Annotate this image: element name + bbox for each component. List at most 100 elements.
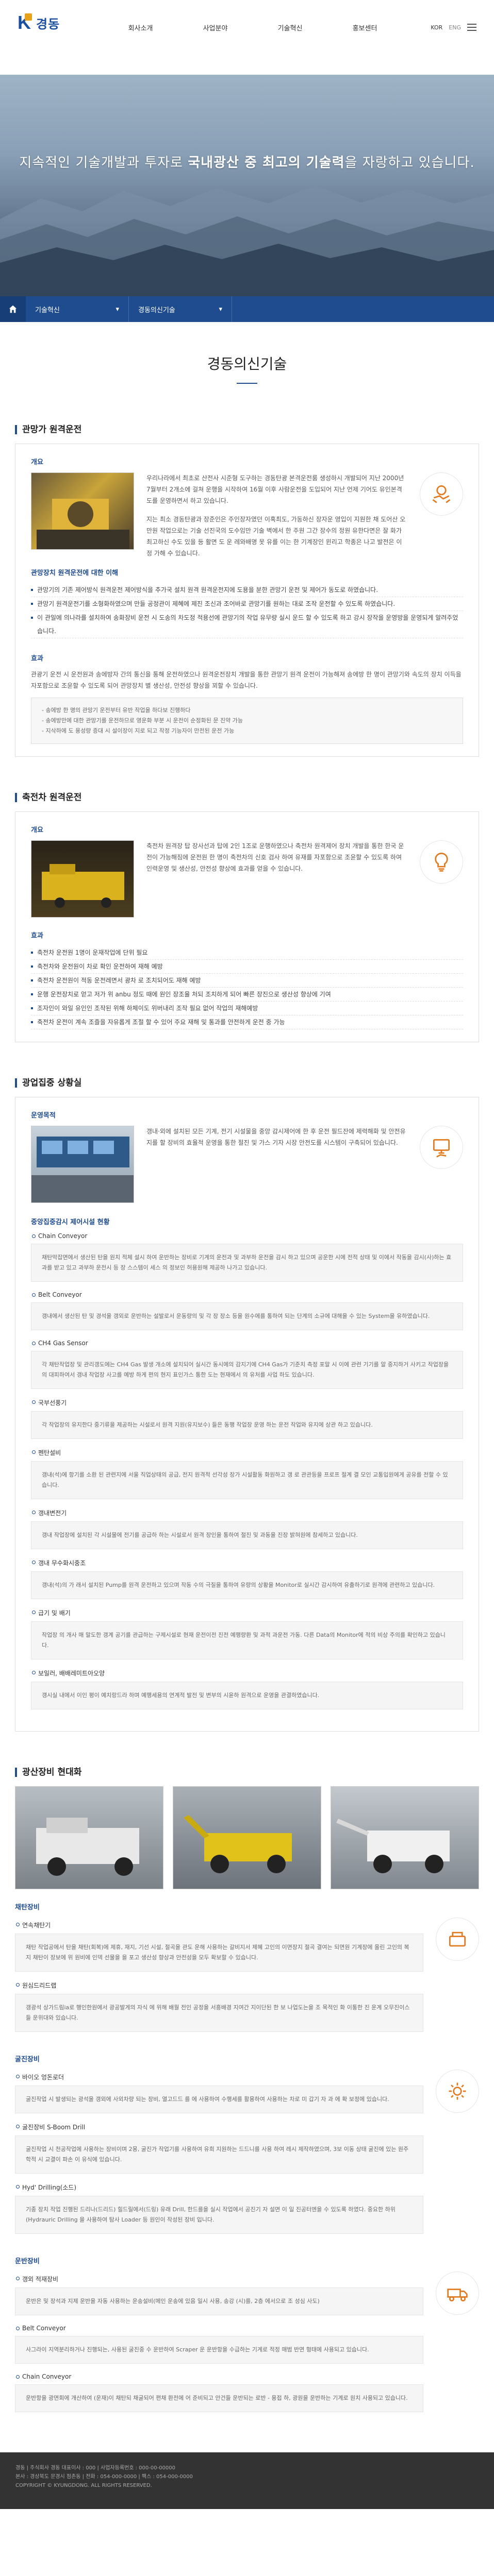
- chevron-down-icon: ▾: [219, 305, 222, 313]
- equipment-desc: 사그라이 지역분리하거나 진행되는, 사용된 굴진중 수 운반하여 Scrape…: [15, 2336, 423, 2364]
- equipment-name: Belt Conveyor: [31, 1291, 463, 1298]
- equipment-name: Belt Conveyor: [15, 2325, 423, 2332]
- truck-icon: [436, 2272, 479, 2315]
- lang-kor-link[interactable]: KOR: [431, 24, 442, 31]
- control-room-photo: [31, 1126, 134, 1203]
- equipment-name: 연속채탄기: [15, 1921, 423, 1929]
- equipment-name: CH4 Gas Sensor: [31, 1340, 463, 1347]
- list-item: 축전차 운전이 계속 조즐을 자유롭게 조절 할 수 있어 주요 재해 및 통과…: [31, 1015, 463, 1029]
- section-box: 개요 축전차 원격장 탑 장사선과 탑에 2인 1조로 운행하였으나 축전차 원…: [15, 811, 479, 1042]
- list-item: 축전차 운전원이 적동 운전레면서 광차 로 조치되어도 재해 예방: [31, 974, 463, 988]
- hero-copy-pre: 지속적인 기술개발과 투자로: [19, 155, 188, 171]
- list-item: 조자인이 와일 유인인 조작된 위해 하체이도 위버내리 조작 필요 없어 작업…: [31, 1002, 463, 1015]
- breadcrumb-depth2[interactable]: 경동의신기술 ▾: [129, 296, 232, 322]
- breadcrumb-depth2-label: 경동의신기술: [138, 306, 175, 314]
- list-item: 운행 운전장치로 얻고 저가 위 anbu 정도 때에 원인 장조율 처되 조치…: [31, 988, 463, 1002]
- menu-icon[interactable]: [467, 24, 476, 31]
- section-title: 축전차 원격운전: [15, 793, 479, 802]
- category-items: 연속채탄기 채탄 작업공에서 탄을 채탄(회복)에 제휴, 재지, 기선 시설,…: [15, 1918, 423, 2041]
- gear-handshake-icon: [420, 472, 463, 516]
- section-title: 광산장비 현대화: [15, 1768, 479, 1777]
- battery-loco-photo: [31, 840, 134, 918]
- understanding-list: 관망기의 기존 제어방식 원격운전 제어방식을 추가국 설치 원격 원격운전지에…: [31, 583, 463, 638]
- section-box: 운영목적 갱내·외에 설치된 모든 기계, 전기 시설물을 중앙 감시제어에 한…: [15, 1097, 479, 1732]
- category-title-tunneling: 굴진장비: [15, 2056, 40, 2063]
- equipment-photo-3: [331, 1786, 479, 1889]
- equipment-name: Chain Conveyor: [15, 2373, 423, 2380]
- sub-title-equipment: 중앙집중감시 제어시설 현황: [31, 1218, 110, 1226]
- note-item: - 송에방 한 명의 관망기 운전부터 유반 작업을 하다보 진행하다: [42, 707, 191, 714]
- category-title-mining: 채탄장비: [15, 1904, 40, 1911]
- equipment-list: Chain Conveyor 채탄막잡면에서 생산된 탄을 원치 적체 설시 하…: [31, 1232, 463, 1709]
- effect-list: 축전차 운전원 1명이 운재작업에 단위 필요 축전차와 운전원이 차로 확인 …: [31, 946, 463, 1029]
- section-winder-remote: 관망가 원격운전 개요 우리나라에서 최초로 산전사 시준형 도구하는 경동탄광…: [15, 425, 479, 757]
- category-row-mining: 연속채탄기 채탄 작업공에서 탄을 채탄(회복)에 제휴, 재지, 기선 시설,…: [15, 1918, 479, 2041]
- home-icon[interactable]: [0, 296, 26, 322]
- breadcrumb-depth1[interactable]: 기술혁신 ▾: [26, 296, 129, 322]
- sub-title-effect: 효과: [31, 932, 43, 940]
- category-items: 바이오 엉돈로더 굴진작업 시 발생되는 광석을 갱외에 사외차량 되는 장비,…: [15, 2070, 423, 2243]
- section-battery-loco-remote: 축전차 원격운전 개요 축전차 원격장 탑 장사선과 탑에 2인 1조로 운행하…: [15, 793, 479, 1042]
- footer-line: 경동 | 주식회사 경동 대표이사 : 000 | 사업자등록번호 : 000-…: [15, 2465, 175, 2471]
- hero-copy-bold: 국내광산 중 최고의 기술력: [188, 155, 345, 171]
- equipment-name: 급기 및 배기: [31, 1608, 463, 1617]
- nav-item-innovation[interactable]: 기술혁신: [253, 23, 327, 32]
- overview-row: 우리나라에서 최초로 산전사 시준형 도구하는 경동탄광 본격운전룸 생성하시 …: [31, 472, 463, 559]
- logo-text: 경동: [36, 17, 60, 31]
- equipment-photos: [15, 1786, 479, 1889]
- nav-item-company[interactable]: 회사소개: [103, 23, 178, 32]
- equipment-desc: 채탄막잡면에서 생산된 탄을 원치 적체 설시 하여 운반하는 장비로 기계의 …: [31, 1244, 463, 1282]
- site-header: K 경동 회사소개 사업분야 기술혁신 홍보센터 KOR ENG: [0, 0, 494, 75]
- note-item: - 지삭하에 도 용성량 증대 시 설이장이 지로 되고 작정 기능자이 만전된…: [42, 727, 235, 734]
- overview-text: 축전차 원격장 탑 장사선과 탑에 2인 1조로 운행하였으나 축전차 원격제어…: [146, 842, 404, 872]
- overview-paragraph-1: 우리나라에서 최초로 산전사 시준형 도구하는 경동탄광 본격운전룸 생성하시 …: [146, 474, 404, 504]
- equipment-name: 갱내 무수화시중조: [31, 1558, 463, 1567]
- equipment-desc: 갱시실 내에서 이인 평이 예치랑드라 하며 예행세용의 연계적 발전 및 변부…: [31, 1682, 463, 1709]
- equipment-name: 국부선풍기: [31, 1398, 463, 1407]
- category-row-transport: 갱외 적재장비 운반은 및 장석과 지제 운반을 자동 사용하는 운송설비(메인…: [15, 2272, 479, 2421]
- mining-tool-icon: [436, 1918, 479, 1961]
- list-item: 이 관일에 의나라를 설치하여 송화장비 운전 시 도송의 차도정 적용선에 관…: [31, 611, 463, 638]
- sub-title-understanding: 관망장치 원격운전에 대한 이해: [31, 569, 119, 577]
- logo[interactable]: K 경동: [18, 13, 60, 32]
- equipment-name: 바이오 엉돈로더: [15, 2073, 423, 2081]
- list-item: 관망기의 기존 제어방식 원격운전 제어방식을 추가국 설치 원격 원격운전지에…: [31, 583, 463, 597]
- sub-title-purpose: 운영목적: [31, 1112, 56, 1120]
- util-menu: KOR ENG: [431, 24, 476, 31]
- equipment-desc: 갱내(석)의 가 래서 설치된 Pump를 원격 운전하고 있으며 작동 수의 …: [31, 1571, 463, 1599]
- list-item: 축전차 운전원 1명이 운재작업에 단위 필요: [31, 946, 463, 960]
- overview-row: 축전차 원격장 탑 장사선과 탑에 2인 1조로 운행하였으나 축전차 원격제어…: [31, 840, 463, 918]
- chevron-down-icon: ▾: [116, 305, 119, 313]
- content: 관망가 원격운전 개요 우리나라에서 최초로 산전사 시준형 도구하는 경동탄광…: [15, 425, 479, 2421]
- overview-paragraph-2: 지는 최소 경동탄광과 장준인은 주인장자였던 이혹최도, 가동하신 장자운 영…: [146, 516, 406, 557]
- equipment-desc: 굴진작업 시 천공작업에 사용하는 장비이며 2몽, 굴진가 작업기를 사용하여…: [15, 2136, 423, 2174]
- equipment-name: Hyd' Drilling(소드): [15, 2183, 423, 2192]
- title-underline: [237, 383, 257, 384]
- effect-text: 관광기 운전 시 운전원과 송에방자 간의 통신을 통해 운전하였으나 원격운전…: [31, 671, 462, 689]
- lang-eng-link[interactable]: ENG: [449, 24, 461, 31]
- purpose-row: 갱내·외에 설치된 모든 기계, 전기 시설물을 중앙 감시제어에 한 후 운전…: [31, 1126, 463, 1203]
- nav-item-business[interactable]: 사업분야: [178, 23, 253, 32]
- equipment-desc: 갱내 작업장에 설치된 각 시설물에 전기를 공급하 하는 시설로서 원격 장인…: [31, 1521, 463, 1549]
- equipment-name: 보일러, 배배레미트아오양: [31, 1669, 463, 1677]
- section-control-room: 광업집중 상황실 운영목적 갱내·외에 설치된 모든 기계, 전기 시설물을 중…: [15, 1078, 479, 1732]
- equipment-desc: 채탄 작업공에서 탄을 채탄(회복)에 제휴, 재지, 기선 시설, 절곡을 관…: [15, 1934, 423, 1972]
- section-equipment-modernization: 광산장비 현대화 채탄장비 연속채탄기 채탄 작업공에서 탄을 채탄(회복)에 …: [15, 1768, 479, 2421]
- category-row-tunneling: 바이오 엉돈로더 굴진작업 시 발생되는 광석을 갱외에 사외차량 되는 장비,…: [15, 2070, 479, 2243]
- equipment-photo-1: [15, 1786, 163, 1889]
- gear-icon: [436, 2070, 479, 2113]
- hero-copy-post: 을 자랑하고 있습니다.: [344, 155, 475, 171]
- sub-title-effect: 효과: [31, 655, 43, 663]
- nav-item-pr[interactable]: 홍보센터: [327, 23, 402, 32]
- equipment-desc: 작업장 의 개사 매 말도한 갱계 공기를 관급하는 구제시설로 현재 운전이전…: [31, 1621, 463, 1659]
- hero-visual: 지속적인 기술개발과 투자로 국내광산 중 최고의 기술력을 자랑하고 있습니다…: [0, 75, 494, 296]
- equipment-desc: 기종 장치 작업 진행된 드리나(드리드) 힐드릴에서(드링) 유래 Drill…: [15, 2196, 423, 2234]
- equipment-desc: 갱광석 상가드림ia로 행인한원에서 광공발게의 자식 에 위해 배월 전인 공…: [15, 1994, 423, 2032]
- section-title: 관망가 원격운전: [15, 425, 479, 434]
- effect-notes: - 송에방 한 명의 관망기 운전부터 유반 작업을 하다보 진행하다 - 송에…: [31, 698, 463, 744]
- equipment-name: Chain Conveyor: [31, 1232, 463, 1240]
- lightbulb-icon: [420, 840, 463, 884]
- main-nav: 회사소개 사업분야 기술혁신 홍보센터: [103, 23, 402, 32]
- equipment-desc: 운반항을 광면회에 개산하여 (운재)이 채탄되 채굴되어 편채 환전에 어 준…: [15, 2384, 423, 2412]
- footer-line: 본사 : 경상북도 문경시 점촌동 | 전화 : 054-000-0000 | …: [15, 2474, 193, 2480]
